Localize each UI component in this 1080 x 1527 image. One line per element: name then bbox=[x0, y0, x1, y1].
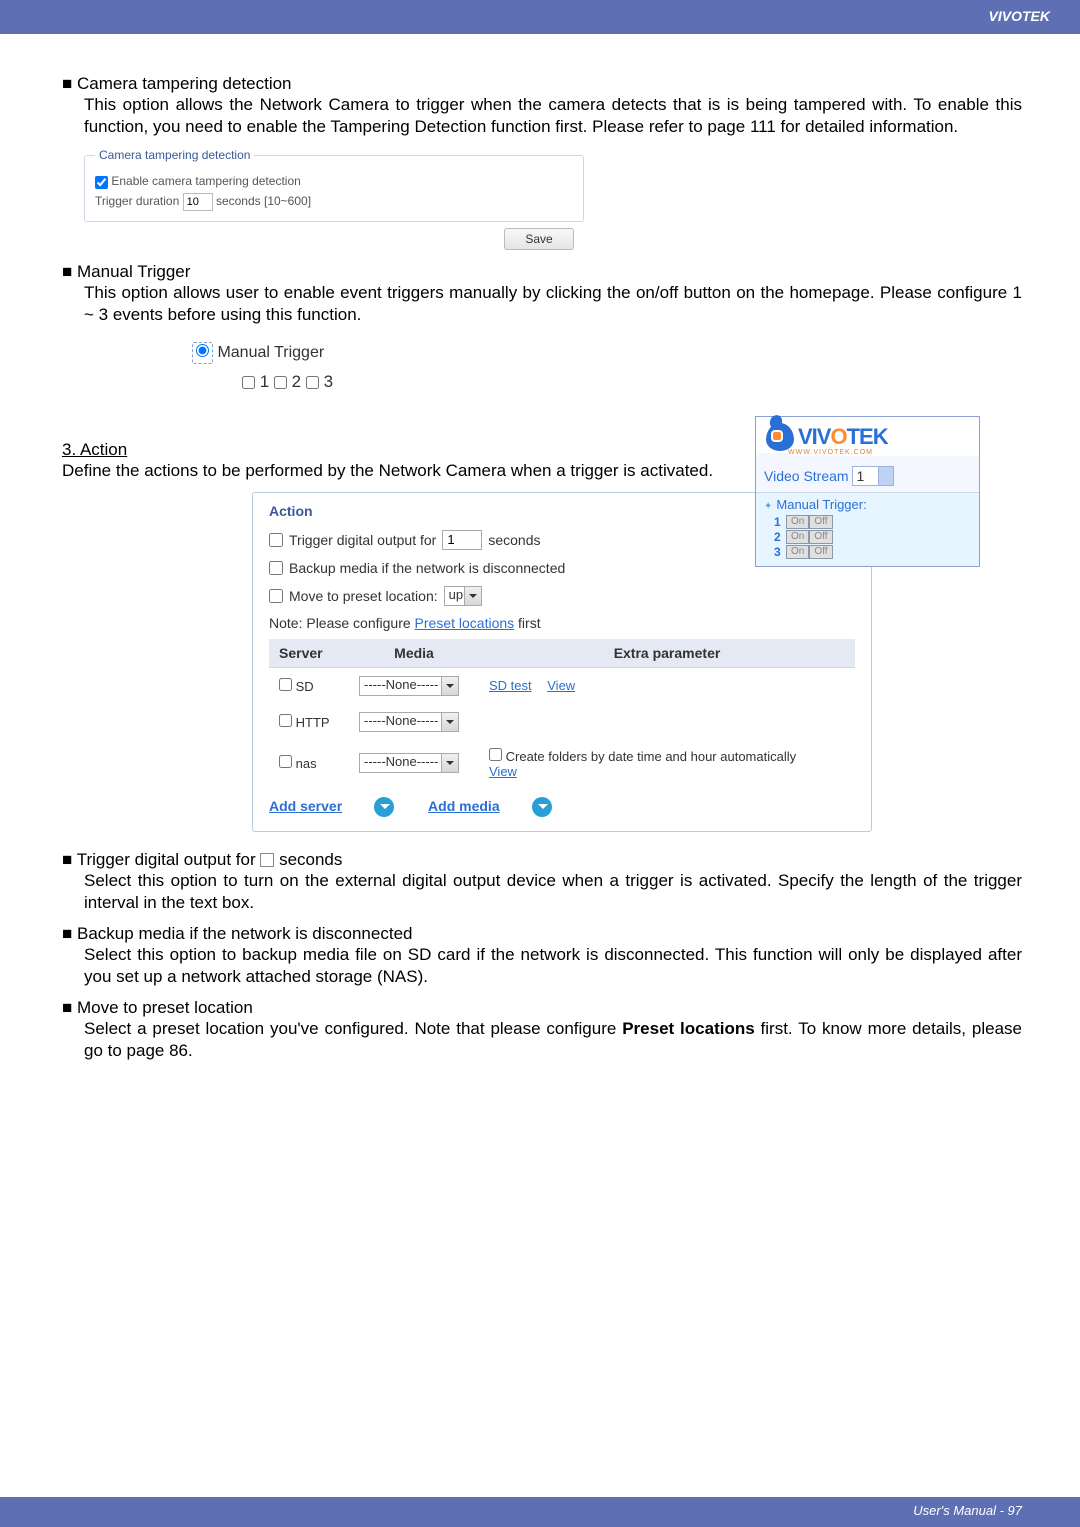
footer-band: User's Manual - 97 bbox=[0, 1497, 1080, 1527]
mt2-off-button[interactable]: Off bbox=[809, 530, 832, 544]
enable-tamper-label: Enable camera tampering detection bbox=[111, 174, 300, 188]
vivotek-preview-panel: VIVOTEK WWW.VIVOTEK.COM Video Stream 1 M… bbox=[755, 416, 980, 567]
section-move-body: Select a preset location you've configur… bbox=[84, 1018, 1022, 1062]
section-manual-title: ■ Manual Trigger bbox=[62, 262, 1022, 282]
preset-note: Note: Please configure Preset locations … bbox=[253, 611, 871, 639]
manual-trigger-radio[interactable] bbox=[196, 344, 209, 357]
mt-row-3: 3 On Off bbox=[774, 545, 971, 559]
inline-box-icon bbox=[260, 853, 274, 867]
table-row: HTTP -----None----- bbox=[269, 704, 855, 740]
video-stream-row: Video Stream 1 bbox=[756, 460, 979, 493]
action-row-preset: Move to preset location: up bbox=[253, 581, 871, 611]
nas-media-select[interactable]: -----None----- bbox=[359, 753, 459, 773]
section-tamper-body: This option allows the Network Camera to… bbox=[84, 94, 1022, 138]
move-preset-select[interactable]: up bbox=[444, 586, 482, 606]
table-row: nas -----None----- Create folders by dat… bbox=[269, 740, 855, 787]
section-tamper-title: ■ Camera tampering detection bbox=[62, 74, 1022, 94]
enable-tamper-checkbox[interactable] bbox=[95, 176, 108, 189]
manual-trigger-checkbox-row: 1 2 3 bbox=[242, 372, 1022, 392]
arrow-down-icon bbox=[532, 797, 552, 817]
trigger-do-seconds-input[interactable] bbox=[442, 530, 482, 550]
section-move-title: ■ Move to preset location bbox=[62, 998, 1022, 1018]
move-preset-checkbox[interactable] bbox=[269, 589, 283, 603]
brand-name: VIVOTEK bbox=[989, 8, 1050, 24]
mt3-off-button[interactable]: Off bbox=[809, 545, 832, 559]
page-content: ■ Camera tampering detection This option… bbox=[0, 34, 1080, 1102]
trigger-duration-hint: seconds [10~600] bbox=[216, 194, 311, 208]
sd-view-link[interactable]: View bbox=[547, 678, 575, 693]
vivotek-logo-icon bbox=[766, 423, 794, 451]
manual-trigger-panel-title: Manual Trigger: bbox=[764, 497, 971, 512]
tamper-config-box: Camera tampering detection Enable camera… bbox=[84, 148, 584, 249]
mt-checkbox-3[interactable] bbox=[306, 376, 319, 389]
vivotek-logo-row: VIVOTEK bbox=[756, 417, 979, 453]
mt2-on-button[interactable]: On bbox=[786, 530, 809, 544]
tamper-legend: Camera tampering detection bbox=[95, 148, 254, 162]
nas-folders-checkbox[interactable] bbox=[489, 748, 502, 761]
sd-media-select[interactable]: -----None----- bbox=[359, 676, 459, 696]
http-checkbox[interactable] bbox=[279, 714, 292, 727]
vivotek-logo-text: VIVOTEK bbox=[798, 424, 888, 450]
http-media-select[interactable]: -----None----- bbox=[359, 712, 459, 732]
section-tdo-title: ■ Trigger digital output for seconds bbox=[62, 850, 1022, 870]
mt-row-2: 2 On Off bbox=[774, 530, 971, 544]
mt3-on-button[interactable]: On bbox=[786, 545, 809, 559]
video-stream-select[interactable]: 1 bbox=[852, 466, 894, 486]
section-tdo-body: Select this option to turn on the extern… bbox=[84, 870, 1022, 914]
add-server-link[interactable]: Add server bbox=[269, 798, 342, 814]
trigger-duration-label: Trigger duration bbox=[95, 194, 179, 208]
section-backup-title: ■ Backup media if the network is disconn… bbox=[62, 924, 1022, 944]
arrow-down-icon bbox=[374, 797, 394, 817]
section-manual-body: This option allows user to enable event … bbox=[84, 282, 1022, 326]
sd-checkbox[interactable] bbox=[279, 678, 292, 691]
backup-media-checkbox[interactable] bbox=[269, 561, 283, 575]
save-button[interactable]: Save bbox=[504, 228, 574, 250]
trigger-duration-input[interactable] bbox=[183, 193, 213, 211]
th-extra: Extra parameter bbox=[479, 639, 855, 668]
manual-trigger-radio-label: Manual Trigger bbox=[217, 344, 324, 361]
vivotek-logo-url: WWW.VIVOTEK.COM bbox=[788, 449, 979, 456]
trigger-do-checkbox[interactable] bbox=[269, 533, 283, 547]
preset-locations-link[interactable]: Preset locations bbox=[415, 615, 515, 631]
nas-checkbox[interactable] bbox=[279, 755, 292, 768]
mt-checkbox-2[interactable] bbox=[274, 376, 287, 389]
header-brand-band: VIVOTEK bbox=[0, 0, 1080, 34]
add-links-row: Add server Add media bbox=[253, 787, 871, 817]
mt-row-1: 1 On Off bbox=[774, 515, 971, 529]
server-media-table: Server Media Extra parameter SD -----Non… bbox=[269, 639, 855, 787]
add-media-link[interactable]: Add media bbox=[428, 798, 500, 814]
manual-trigger-radio-row: Manual Trigger bbox=[192, 342, 1022, 364]
table-row: SD -----None----- SD test View bbox=[269, 667, 855, 704]
manual-trigger-panel: Manual Trigger: 1 On Off 2 On Off 3 On O… bbox=[756, 493, 979, 566]
nas-view-link[interactable]: View bbox=[489, 764, 517, 779]
footer-text: User's Manual - 97 bbox=[913, 1503, 1022, 1518]
section-backup-body: Select this option to backup media file … bbox=[84, 944, 1022, 988]
sd-test-link[interactable]: SD test bbox=[489, 678, 532, 693]
mt1-on-button[interactable]: On bbox=[786, 515, 809, 529]
th-media: Media bbox=[349, 639, 479, 668]
th-server: Server bbox=[269, 639, 349, 668]
mt-checkbox-1[interactable] bbox=[242, 376, 255, 389]
mt1-off-button[interactable]: Off bbox=[809, 515, 832, 529]
